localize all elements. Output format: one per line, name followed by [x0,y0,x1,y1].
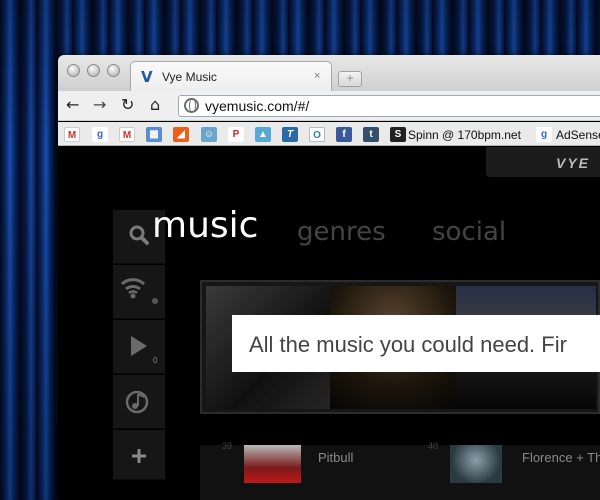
nav-music[interactable]: music [152,205,258,246]
minimize-window-button[interactable] [87,64,100,77]
picture-icon[interactable]: ▲ [255,127,271,142]
facebook-icon[interactable]: f [336,127,352,142]
album-art[interactable] [450,445,502,483]
browser-toolbar: ← → ↻ ⌂ vyemusic.com/#/ [58,91,600,121]
google-icon[interactable]: g [536,127,552,142]
forward-arrow-icon[interactable]: → [93,96,106,114]
s-icon[interactable]: S [390,127,406,142]
radio-button[interactable] [113,265,165,319]
gmail-icon[interactable]: M [119,127,135,142]
tagline-text: All the music you could need. Fir [249,332,567,357]
address-url[interactable]: vyemusic.com/#/ [205,98,309,114]
play-count: 0 [153,356,158,365]
tab-vye-music[interactable]: V Vye Music × [130,61,332,91]
close-window-button[interactable] [67,64,80,77]
calendar-icon[interactable]: ▦ [146,127,162,142]
bookmark-spinn[interactable]: Spinn @ 170bpm.net [408,128,521,142]
tab-close-icon[interactable]: × [314,70,320,82]
song-artist[interactable]: Pitbull [318,450,353,465]
back-arrow-icon[interactable]: ← [66,96,79,114]
song-list: 39 Pitbull 40 Florence + Th [200,441,600,500]
album-art[interactable] [244,445,301,483]
bookmark-adsense[interactable]: AdSense [556,128,600,142]
avatar-icon[interactable]: ☺ [201,127,217,142]
google-icon[interactable]: g [92,127,108,142]
song-artist[interactable]: Florence + Th [522,450,600,465]
gmail-icon[interactable]: M [64,127,80,142]
music-note-icon [125,390,149,414]
logo-strip: VYE [486,147,600,177]
add-button[interactable] [113,430,165,480]
address-bar[interactable]: vyemusic.com/#/ [178,95,600,117]
reload-icon[interactable]: ↻ [121,96,134,114]
home-icon[interactable]: ⌂ [150,96,160,114]
play-button[interactable]: 0 [113,320,165,374]
plus-icon [132,449,146,463]
rss-icon[interactable]: ◢ [173,127,189,142]
song-number: 39 [222,441,233,451]
tumblr-icon[interactable]: t [363,127,379,142]
maximize-window-button[interactable] [107,64,120,77]
vye-favicon-icon: V [141,68,153,86]
nav-genres[interactable]: genres [297,217,386,247]
circle-icon[interactable]: O [309,127,325,142]
tab-title: Vye Music [162,70,217,84]
title-bar: V Vye Music × + [58,55,600,91]
nav-social[interactable]: social [432,217,506,247]
bookmarks-bar: M g M ▦ ◢ ☺ P ▲ T O f t S Spinn @ 170bpm… [58,122,600,146]
song-number: 40 [428,441,439,451]
new-tab-button[interactable]: + [338,71,362,87]
t-icon[interactable]: T [282,127,298,142]
site-logo[interactable]: VYE [556,155,590,171]
music-note-button[interactable] [113,375,165,429]
globe-icon [184,98,199,113]
wifi-icon [120,278,158,304]
tagline-box: All the music you could need. Fir [232,315,600,372]
play-icon [131,336,147,356]
pinterest-icon[interactable]: P [228,127,244,142]
